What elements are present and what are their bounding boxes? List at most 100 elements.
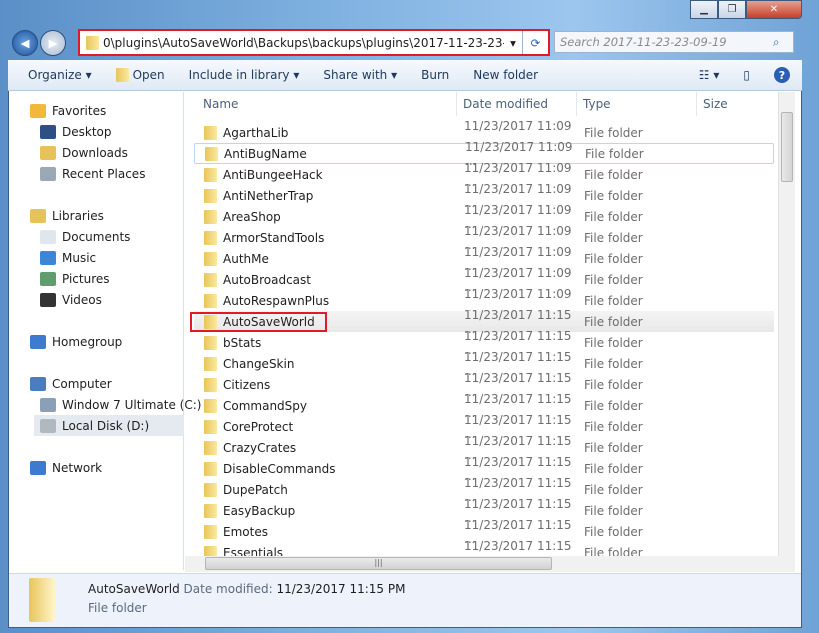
nav-item-c-drive[interactable]: Window 7 Ultimate (C:) [40,394,201,415]
nav-label: Pictures [62,271,110,286]
file-type: File folder [584,293,643,308]
column-headers: Name Date modified Type Size [185,92,778,116]
address-bar[interactable]: 0\plugins\AutoSaveWorld\Backups\backups\… [78,29,550,56]
pictures-icon [40,271,56,286]
minimize-button[interactable]: ▁ [690,0,718,19]
nav-item-recent[interactable]: Recent Places [40,163,145,184]
back-button[interactable]: ◀ [12,30,38,56]
computer-icon [30,376,46,391]
desktop-icon [40,124,56,139]
file-name: DupePatch [223,482,288,497]
file-type: File folder [584,377,643,392]
file-name: AutoRespawnPlus [223,293,330,308]
folder-icon [204,419,217,434]
nav-label: Libraries [52,208,104,223]
burn-button[interactable]: Burn [409,68,461,82]
folder-icon [204,377,217,392]
vertical-scroll-thumb[interactable] [781,112,793,182]
vertical-scrollbar[interactable] [778,92,795,556]
nav-item-homegroup[interactable]: Homegroup [30,331,122,352]
address-dropdown-button[interactable]: ▾ [504,36,522,50]
nav-item-desktop[interactable]: Desktop [40,121,112,142]
maximize-button[interactable]: ❐ [718,0,746,19]
homegroup-icon [30,334,46,349]
file-type: File folder [584,251,643,266]
documents-icon [40,229,56,244]
c-drive-icon [40,397,56,412]
file-name: AutoBroadcast [223,272,311,287]
folder-icon [204,503,217,518]
nav-label: Computer [52,376,112,391]
preview-pane-button[interactable]: ▯ [731,68,762,82]
file-type: File folder [584,230,643,245]
column-size[interactable]: Size [697,92,777,116]
folder-icon [204,440,217,455]
include-in-library-button[interactable]: Include in library ▾ [177,68,312,82]
file-type: File folder [584,335,643,350]
libraries-icon [30,208,46,223]
search-input[interactable]: Search 2017-11-23-23-09-19 ⌕ [554,31,794,53]
folder-icon [86,35,99,50]
horizontal-scroll-thumb[interactable]: ||| [205,557,552,570]
nav-item-documents[interactable]: Documents [40,226,130,247]
organize-button[interactable]: Organize ▾ [8,68,104,82]
nav-label: Recent Places [62,166,146,181]
nav-label: Desktop [62,124,112,139]
horizontal-scrollbar[interactable]: ||| [185,556,795,572]
column-name[interactable]: Name [185,92,457,116]
file-name: CommandSpy [223,398,308,413]
file-name: AreaShop [223,209,281,224]
open-icon [115,68,129,82]
share-with-button[interactable]: Share with ▾ [311,68,409,82]
nav-item-videos[interactable]: Videos [40,289,102,310]
command-bar: Organize ▾ Open Include in library ▾ Sha… [8,60,802,91]
nav-item-music[interactable]: Music [40,247,96,268]
nav-label: Homegroup [52,334,123,349]
search-icon[interactable]: ⌕ [773,35,793,50]
nav-item-computer[interactable]: Computer [30,373,112,394]
open-label: Open [132,68,165,82]
file-name: AgarthaLib [223,125,289,140]
file-name: CoreProtect [223,419,294,434]
folder-icon [204,335,217,350]
close-button[interactable]: ✕ [746,0,802,19]
new-folder-button[interactable]: New folder [461,68,550,82]
nav-item-libraries[interactable]: Libraries [30,205,104,226]
folder-icon [204,230,217,245]
downloads-icon [40,145,56,160]
file-type: File folder [584,188,643,203]
file-name: AntiBugName [224,146,307,161]
folder-icon [204,167,217,182]
nav-label: Music [62,250,97,265]
help-button[interactable]: ? [762,67,802,83]
forward-button[interactable]: ▶ [40,30,66,56]
nav-item-favorites[interactable]: Favorites [30,100,106,121]
folder-icon [204,398,217,413]
folder-icon [204,524,217,539]
file-type: File folder [584,524,643,539]
details-pane: AutoSaveWorld Date modified: 11/23/2017 … [9,573,801,627]
nav-label: Downloads [62,145,128,160]
file-type: File folder [584,209,643,224]
nav-item-downloads[interactable]: Downloads [40,142,128,163]
column-type[interactable]: Type [577,92,697,116]
refresh-button[interactable]: ⟳ [522,31,548,54]
file-name: AntiBungeeHack [223,167,323,182]
address-path[interactable]: 0\plugins\AutoSaveWorld\Backups\backups\… [99,36,504,50]
nav-label: Favorites [52,103,107,118]
file-type: File folder [584,272,643,287]
nav-item-network[interactable]: Network [30,457,102,478]
folder-icon [204,272,217,287]
nav-item-pictures[interactable]: Pictures [40,268,110,289]
folder-icon [204,209,217,224]
nav-label: Videos [62,292,102,307]
file-type: File folder [584,419,643,434]
nav-label: Window 7 Ultimate (C:) [62,397,202,412]
change-view-button[interactable]: ☷ ▾ [687,68,732,82]
file-name: DisableCommands [223,461,336,476]
file-type: File folder [584,356,643,371]
column-date-modified[interactable]: Date modified [457,92,577,116]
details-name: AutoSaveWorld [88,582,180,596]
nav-item-d-drive[interactable]: Local Disk (D:) [34,415,184,436]
open-button[interactable]: Open [104,68,177,82]
